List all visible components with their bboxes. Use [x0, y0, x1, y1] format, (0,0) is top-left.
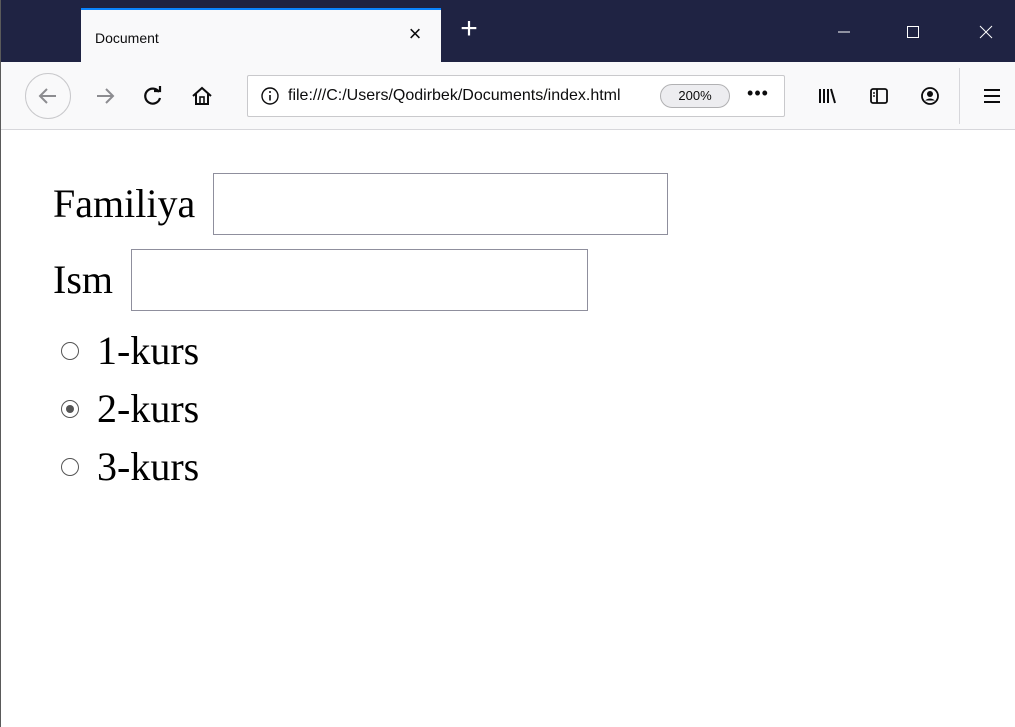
tab-close-icon[interactable]: ×: [403, 22, 427, 46]
course-option-2[interactable]: 2-kurs: [61, 385, 199, 433]
menu-button[interactable]: [976, 80, 1008, 112]
url-bar[interactable]: file:///C:/Users/Qodirbek/Documents/inde…: [247, 75, 785, 117]
library-button[interactable]: [811, 80, 843, 112]
familiya-label: Familiya: [53, 181, 196, 226]
course-label-2: 2-kurs: [97, 386, 200, 431]
forward-arrow-icon: [97, 88, 115, 104]
sidebar-button[interactable]: [863, 80, 895, 112]
course-radio-1[interactable]: [61, 342, 79, 360]
back-button[interactable]: [25, 73, 71, 119]
course-label-3: 3-kurs: [97, 444, 200, 489]
home-icon: [192, 86, 212, 105]
close-window-button[interactable]: [963, 16, 1009, 48]
sidebar-icon: [870, 88, 888, 104]
ism-row: Ism: [53, 249, 588, 311]
page-actions-button[interactable]: •••: [742, 82, 774, 110]
info-icon[interactable]: [260, 86, 280, 106]
browser-window: Document × + file:///C:/Users/Qodirbek/D…: [0, 0, 1015, 727]
back-arrow-icon: [38, 88, 56, 104]
url-text[interactable]: file:///C:/Users/Qodirbek/Documents/inde…: [288, 87, 656, 105]
course-option-1[interactable]: 1-kurs: [61, 327, 199, 375]
course-label-1: 1-kurs: [97, 328, 200, 373]
close-icon: [979, 25, 993, 39]
toolbar-separator: [959, 68, 960, 124]
tab-document[interactable]: Document ×: [81, 8, 441, 62]
course-radio-2[interactable]: [61, 400, 79, 418]
page-content: Familiya Ism 1-kurs 2-kurs 3-kurs: [1, 131, 1015, 727]
hamburger-menu-icon: [984, 89, 1000, 103]
tab-strip: Document × +: [1, 0, 1015, 62]
tab-title: Document: [95, 30, 159, 46]
course-option-3[interactable]: 3-kurs: [61, 443, 199, 491]
minimize-icon: [838, 31, 850, 33]
reload-button[interactable]: [135, 78, 171, 114]
home-button[interactable]: [184, 78, 220, 114]
familiya-input[interactable]: [213, 173, 669, 235]
maximize-icon: [907, 26, 919, 38]
account-button[interactable]: [914, 80, 946, 112]
reload-icon: [144, 86, 162, 105]
new-tab-button[interactable]: +: [453, 14, 485, 46]
zoom-level-badge[interactable]: 200%: [660, 84, 730, 108]
navigation-toolbar: file:///C:/Users/Qodirbek/Documents/inde…: [1, 62, 1015, 130]
url-fade-overlay: [618, 78, 658, 114]
library-icon: [819, 88, 836, 104]
account-icon: [921, 87, 939, 105]
maximize-button[interactable]: [890, 16, 936, 48]
ism-label: Ism: [53, 257, 113, 302]
minimize-button[interactable]: [821, 16, 867, 48]
familiya-row: Familiya: [53, 173, 669, 235]
ism-input[interactable]: [131, 249, 588, 311]
course-radio-3[interactable]: [61, 458, 79, 476]
forward-button[interactable]: [87, 78, 123, 114]
